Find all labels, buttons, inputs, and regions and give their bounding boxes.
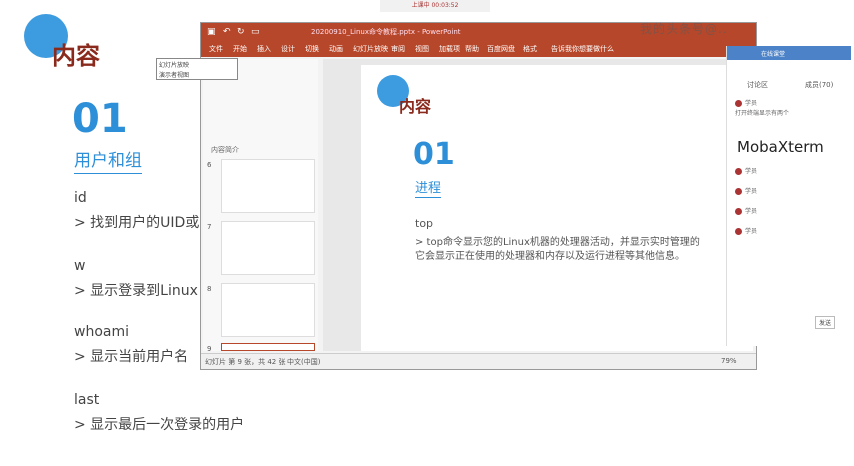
tab-addins[interactable]: 加载项: [439, 44, 460, 54]
slide-description-line1: > top命令显示您的Linux机器的处理器活动，并显示实时管理的: [415, 237, 700, 248]
chat-user-row: 学员: [735, 186, 757, 195]
chat-message: 打开终端显示有两个: [735, 110, 790, 117]
slide-subtitle: 进程: [415, 177, 442, 198]
tab-view[interactable]: 视图: [415, 44, 429, 54]
tab-format[interactable]: 格式: [523, 44, 537, 54]
slide-thumbnail[interactable]: [221, 221, 315, 275]
command-id-desc: > 找到用户的UID或: [74, 215, 200, 231]
zoom-level[interactable]: 79%: [721, 357, 737, 365]
slide-thumbnail-pane: 内容简介 6 7 8 9: [203, 59, 318, 353]
tab-design[interactable]: 设计: [281, 44, 295, 54]
tell-me-search[interactable]: 告诉我你想要做什么: [551, 44, 614, 54]
background-slide-subtitle: 用户和组: [74, 146, 142, 174]
tab-animations[interactable]: 动画: [329, 44, 343, 54]
save-icon[interactable]: ▣: [207, 27, 216, 37]
avatar: [735, 208, 742, 215]
watermark-text: 我的头条号@..: [640, 22, 728, 36]
slideshow-popup[interactable]: 幻灯片放映 演示者视图: [156, 58, 238, 80]
avatar: [735, 100, 742, 107]
thumb-number: 6: [207, 161, 212, 169]
slideshow-icon[interactable]: ▭: [251, 27, 260, 37]
tab-baidu[interactable]: 百度网盘: [487, 44, 515, 54]
chat-user-row: 学员: [735, 98, 757, 107]
classroom-side-panel: 在线课堂 讨论区 成员(70) 学员 打开终端显示有两个 MobaXterm 学…: [726, 46, 851, 346]
thumb-number: 9: [207, 345, 212, 353]
command-w-desc: > 显示登录到Linux: [74, 283, 198, 299]
thumb-number: 8: [207, 285, 212, 293]
chat-highlight-text: MobaXterm: [737, 138, 824, 156]
tab-discussion[interactable]: 讨论区: [747, 80, 768, 90]
background-slide-title: 内容: [52, 42, 100, 70]
tab-insert[interactable]: 插入: [257, 44, 271, 54]
ribbon-tabs: 文件 开始 插入 设计 切换 动画 幻灯片放映 审阅 视图 加载项 帮助 百度网…: [201, 41, 756, 57]
slide-command: top: [415, 217, 434, 230]
tab-transitions[interactable]: 切换: [305, 44, 319, 54]
avatar: [735, 168, 742, 175]
panel-header-title: 在线课堂: [761, 51, 786, 58]
thumb-number: 7: [207, 223, 212, 231]
command-last: last: [74, 392, 100, 408]
slide-count: 幻灯片 第 9 张，共 42 张: [205, 358, 286, 366]
slide-thumbnail-selected[interactable]: [221, 343, 315, 351]
command-whoami: whoami: [74, 324, 129, 340]
slide-thumbnail[interactable]: [221, 283, 315, 337]
document-title: 20200910_Linux命令教程.pptx - PowerPoint: [311, 28, 461, 36]
redo-icon[interactable]: ↻: [237, 27, 245, 37]
send-button[interactable]: 发送: [815, 316, 836, 329]
recording-status-bar[interactable]: 上课中 00:03:52: [380, 0, 490, 12]
current-slide[interactable]: 内容 01 进程 top > top命令显示您的Linux机器的处理器活动，并显…: [361, 65, 753, 351]
avatar: [735, 228, 742, 235]
command-whoami-desc: > 显示当前用户名: [74, 349, 189, 365]
command-w: w: [74, 258, 86, 274]
command-last-desc: > 显示最后一次登录的用户: [74, 417, 245, 433]
chat-user-row: 学员: [735, 166, 757, 175]
slide-number: 01: [413, 137, 455, 172]
slide-description-line2: 它会显示正在使用的处理器和内存以及运行进程等其他信息。: [415, 251, 685, 262]
tab-help[interactable]: 帮助: [465, 44, 479, 54]
slide-title: 内容: [399, 97, 432, 116]
avatar: [735, 188, 742, 195]
chat-user-row: 学员: [735, 206, 757, 215]
status-bar: 幻灯片 第 9 张，共 42 张 中文(中国) 79%: [201, 353, 756, 369]
tab-home[interactable]: 开始: [233, 44, 247, 54]
thumb-section-label: 内容简介: [211, 146, 239, 154]
background-slide-number: 01: [72, 96, 128, 142]
language-indicator[interactable]: 中文(中国): [287, 357, 320, 367]
slide-thumbnail[interactable]: [221, 159, 315, 213]
command-id: id: [74, 190, 87, 206]
tab-members[interactable]: 成员(70): [805, 80, 833, 90]
popup-line2: 演示者视图: [159, 72, 190, 79]
tab-slideshow[interactable]: 幻灯片放映: [353, 44, 388, 54]
undo-icon[interactable]: ↶: [223, 27, 231, 37]
powerpoint-window: ▣ ↶ ↻ ▭ 20200910_Linux命令教程.pptx - PowerP…: [200, 22, 757, 370]
panel-header: 在线课堂: [727, 46, 851, 60]
slide-editing-canvas: 内容 01 进程 top > top命令显示您的Linux机器的处理器活动，并显…: [323, 59, 753, 351]
chat-user-row: 学员: [735, 226, 757, 235]
tab-review[interactable]: 审阅: [391, 44, 405, 54]
popup-line1: 幻灯片放映: [159, 62, 190, 69]
tab-file[interactable]: 文件: [209, 44, 223, 54]
